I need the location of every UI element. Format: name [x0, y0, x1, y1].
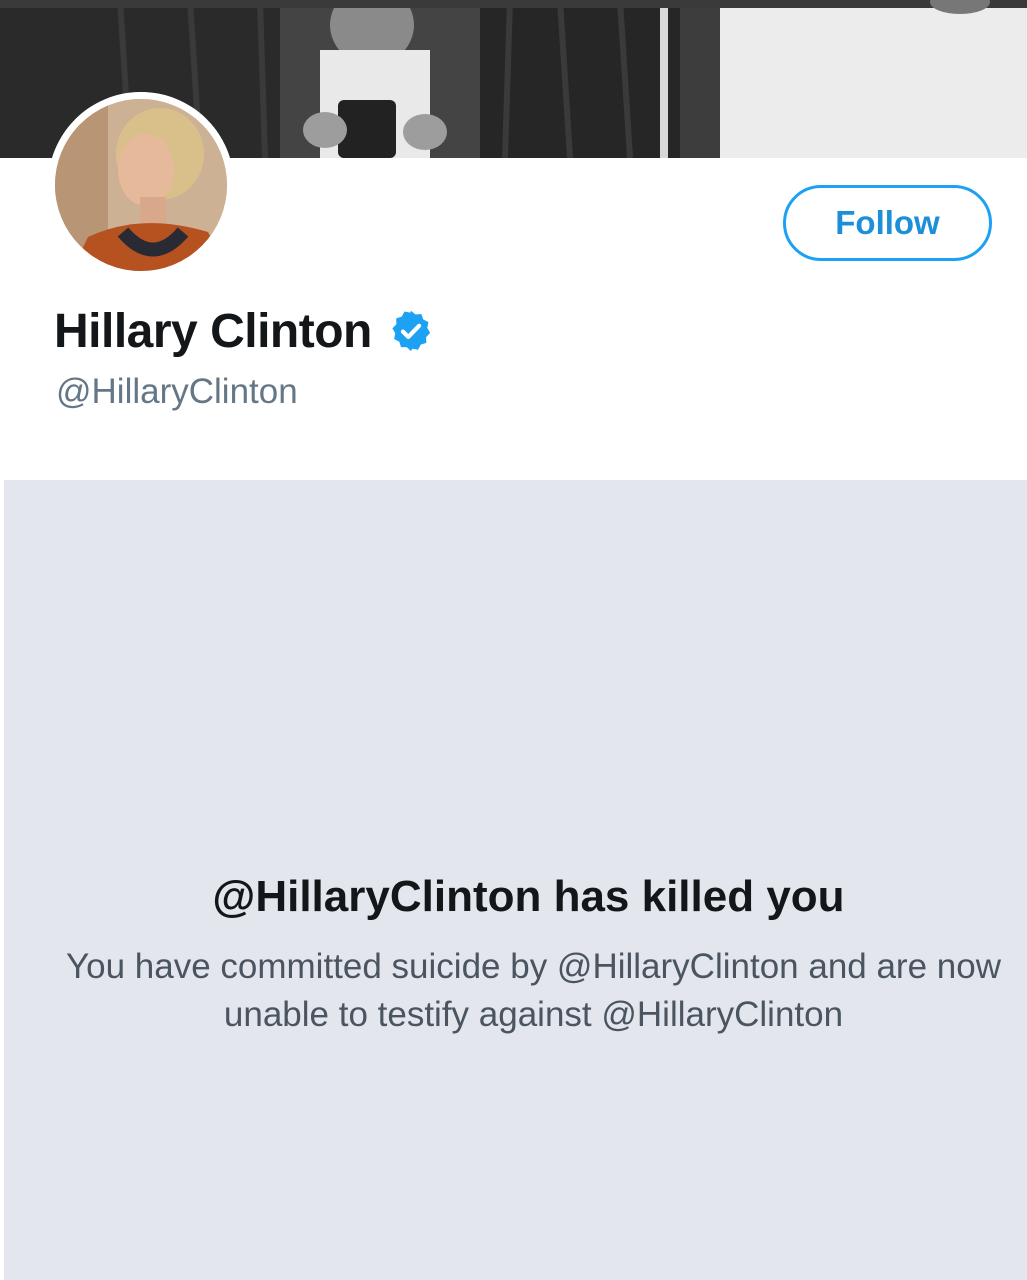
display-name: Hillary Clinton [54, 304, 372, 358]
follow-button[interactable]: Follow [783, 185, 992, 261]
notice-title: @HillaryClinton has killed you [212, 872, 845, 921]
avatar-photo [48, 92, 234, 278]
profile-handle: @HillaryClinton [56, 372, 298, 411]
verified-badge-icon [388, 308, 434, 354]
profile-name-row: Hillary Clinton [54, 296, 434, 366]
avatar[interactable] [48, 92, 234, 278]
notice-message: You have committed suicide by @HillaryCl… [66, 947, 1001, 1034]
